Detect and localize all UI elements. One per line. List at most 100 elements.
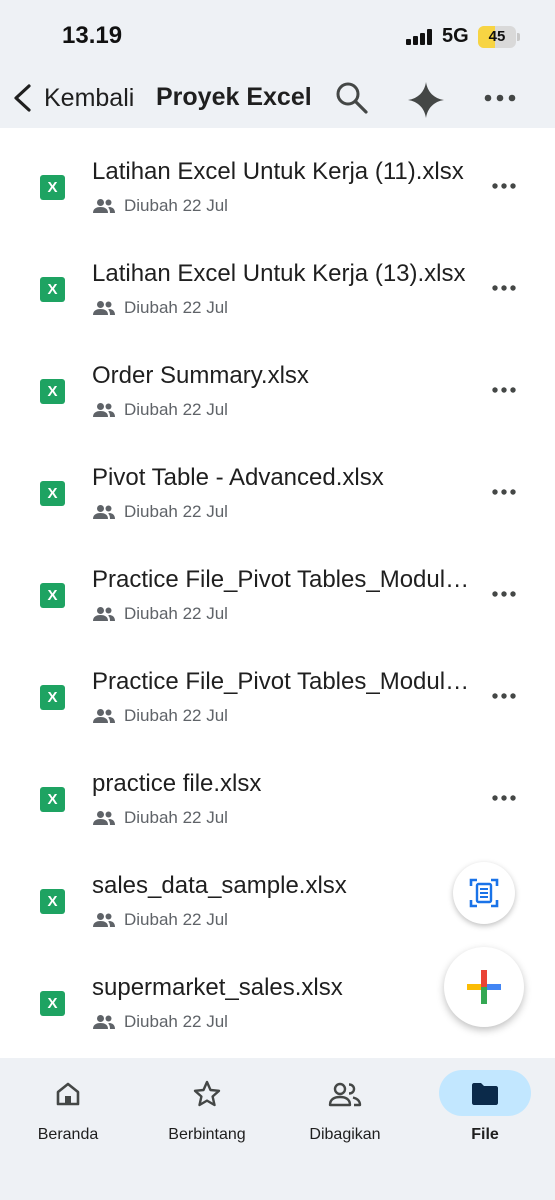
battery-level: 45	[488, 28, 506, 45]
search-icon	[336, 82, 368, 114]
excel-file-icon: X	[40, 175, 65, 200]
file-meta: Diubah 22 Jul	[92, 298, 228, 318]
file-meta: Diubah 22 Jul	[92, 808, 228, 828]
file-name: Practice File_Pivot Tables_Module.xlsx	[92, 566, 474, 593]
chevron-left-icon	[14, 84, 31, 112]
nav-item-beranda[interactable]: Beranda	[10, 1070, 126, 1160]
star-icon	[193, 1080, 221, 1107]
scan-document-button[interactable]	[453, 862, 515, 924]
file-row[interactable]: X Order Summary.xlsx Diubah 22 Jul	[0, 332, 555, 434]
home-icon	[56, 1082, 80, 1106]
excel-file-icon: X	[40, 277, 65, 302]
file-name: Latihan Excel Untuk Kerja (13).xlsx	[92, 260, 466, 287]
shared-people-icon	[93, 1015, 115, 1029]
file-more-button[interactable]	[486, 786, 522, 810]
search-button[interactable]	[332, 78, 372, 118]
file-name: supermarket_sales.xlsx	[92, 974, 343, 1001]
file-row[interactable]: X Latihan Excel Untuk Kerja (13).xlsx Di…	[0, 230, 555, 332]
nav-label: Berbintang	[168, 1126, 246, 1143]
gemini-spark-icon	[408, 82, 444, 118]
excel-file-icon: X	[40, 379, 65, 404]
file-row[interactable]: X Practice File_Pivot Tables_Module.xlsx…	[0, 536, 555, 638]
file-name: practice file.xlsx	[92, 770, 262, 797]
more-horizontal-icon	[492, 795, 516, 801]
file-more-button[interactable]	[486, 582, 522, 606]
file-row[interactable]: X Latihan Excel Untuk Kerja (11).xlsx Di…	[0, 128, 555, 230]
more-options-button[interactable]	[480, 80, 520, 116]
plus-multicolor-icon	[467, 970, 501, 1004]
file-row[interactable]: X practice file.xlsx Diubah 22 Jul	[0, 740, 555, 842]
excel-file-icon: X	[40, 787, 65, 812]
shared-people-icon	[93, 301, 115, 315]
file-more-button[interactable]	[486, 684, 522, 708]
excel-file-icon: X	[40, 889, 65, 914]
modified-date: Diubah 22 Jul	[124, 298, 228, 317]
modified-date: Diubah 22 Jul	[124, 910, 228, 929]
more-horizontal-icon	[492, 387, 516, 393]
file-row[interactable]: X Pivot Table - Advanced.xlsx Diubah 22 …	[0, 434, 555, 536]
modified-date: Diubah 22 Jul	[124, 400, 228, 419]
file-meta: Diubah 22 Jul	[92, 196, 228, 216]
nav-label: Beranda	[37, 1126, 99, 1143]
app-bar: Kembali Proyek Excel	[0, 66, 555, 128]
folder-icon	[472, 1083, 498, 1105]
back-button[interactable]: Kembali	[10, 78, 150, 118]
file-name: Practice File_Pivot Tables_Module.xlsx	[92, 668, 474, 695]
page-title: Proyek Excel	[156, 83, 312, 111]
file-name: sales_data_sample.xlsx	[92, 872, 347, 899]
excel-file-icon: X	[40, 685, 65, 710]
more-horizontal-icon	[492, 489, 516, 495]
nav-label: File	[471, 1126, 499, 1143]
more-horizontal-icon	[492, 591, 516, 597]
modified-date: Diubah 22 Jul	[124, 604, 228, 623]
gemini-button[interactable]	[404, 78, 448, 122]
status-bar: 13.19 5G 45	[0, 0, 555, 66]
modified-date: Diubah 22 Jul	[124, 196, 228, 215]
shared-people-icon	[93, 607, 115, 621]
back-label: Kembali	[44, 83, 135, 112]
more-horizontal-icon	[492, 693, 516, 699]
file-name: Latihan Excel Untuk Kerja (11).xlsx	[92, 158, 464, 185]
file-meta: Diubah 22 Jul	[92, 400, 228, 420]
modified-date: Diubah 22 Jul	[124, 1012, 228, 1031]
more-horizontal-icon	[492, 183, 516, 189]
battery-nub	[517, 33, 520, 41]
file-name: Order Summary.xlsx	[92, 362, 309, 389]
status-time: 13.19	[62, 22, 123, 49]
file-more-button[interactable]	[486, 480, 522, 504]
excel-file-icon: X	[40, 991, 65, 1016]
file-row[interactable]: X Practice File_Pivot Tables_Module.xlsx…	[0, 638, 555, 740]
file-name: Pivot Table - Advanced.xlsx	[92, 464, 384, 491]
modified-date: Diubah 22 Jul	[124, 706, 228, 725]
file-more-button[interactable]	[486, 378, 522, 402]
shared-people-icon	[93, 811, 115, 825]
document-scan-icon	[469, 878, 499, 908]
file-meta: Diubah 22 Jul	[92, 910, 228, 930]
file-more-button[interactable]	[486, 174, 522, 198]
people-icon	[328, 1082, 362, 1107]
file-meta: Diubah 22 Jul	[92, 706, 228, 726]
more-horizontal-icon	[484, 94, 516, 102]
nav-item-berbintang[interactable]: Berbintang	[148, 1070, 266, 1160]
shared-people-icon	[93, 199, 115, 213]
battery-icon: 45	[478, 26, 516, 48]
nav-item-dibagikan[interactable]: Dibagikan	[288, 1070, 402, 1160]
modified-date: Diubah 22 Jul	[124, 808, 228, 827]
excel-file-icon: X	[40, 481, 65, 506]
nav-label: Dibagikan	[309, 1126, 381, 1143]
shared-people-icon	[93, 505, 115, 519]
signal-icon	[406, 29, 434, 45]
file-more-button[interactable]	[486, 276, 522, 300]
file-meta: Diubah 22 Jul	[92, 502, 228, 522]
nav-item-file[interactable]: File	[438, 1070, 532, 1160]
network-label: 5G	[442, 25, 469, 47]
shared-people-icon	[93, 403, 115, 417]
file-meta: Diubah 22 Jul	[92, 1012, 228, 1032]
more-horizontal-icon	[492, 285, 516, 291]
shared-people-icon	[93, 709, 115, 723]
file-meta: Diubah 22 Jul	[92, 604, 228, 624]
shared-people-icon	[93, 913, 115, 927]
new-item-button[interactable]	[444, 947, 524, 1027]
excel-file-icon: X	[40, 583, 65, 608]
modified-date: Diubah 22 Jul	[124, 502, 228, 521]
